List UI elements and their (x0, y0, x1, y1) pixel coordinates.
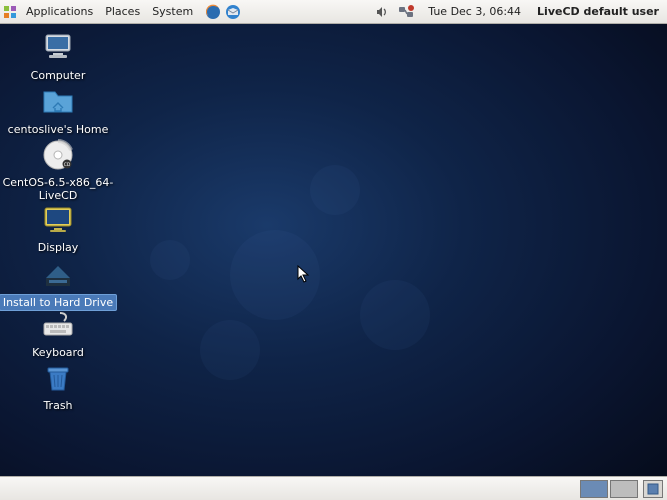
desktop-icon-livecd[interactable]: CD CentOS-6.5-x86_64-LiveCD (0, 137, 118, 203)
desktop-icon-install[interactable]: Install to Hard Drive (0, 256, 118, 311)
desktop-icon-label: centoslive's Home (5, 122, 112, 137)
volume-icon[interactable] (372, 2, 392, 22)
desktop-icon-home[interactable]: centoslive's Home (0, 84, 118, 137)
mouse-cursor-icon (297, 265, 311, 286)
desktop-icon-label: CentOS-6.5-x86_64-LiveCD (0, 175, 118, 203)
disc-icon: CD (40, 137, 76, 173)
computer-icon (40, 30, 76, 66)
distro-logo-icon (0, 4, 20, 20)
desktop-icon-label: Computer (28, 68, 89, 83)
workspace-1[interactable] (580, 480, 608, 498)
workspace-pager[interactable] (580, 480, 638, 498)
firefox-launcher-icon[interactable] (203, 2, 223, 22)
desktop-icon-trash[interactable]: Trash (0, 360, 118, 413)
thunderbird-launcher-icon[interactable] (223, 2, 243, 22)
network-icon[interactable] (396, 2, 416, 22)
desktop-icon-label: Keyboard (29, 345, 87, 360)
hard-drive-install-icon (40, 256, 76, 292)
desktop-icon-display[interactable]: Display (0, 202, 118, 255)
desktop-icon-label: Trash (40, 398, 75, 413)
show-desktop-button[interactable] (643, 480, 663, 498)
desktop[interactable]: Computer centoslive's Home CD CentOS-6.5… (0, 24, 667, 476)
user-menu[interactable]: LiveCD default user (529, 5, 667, 18)
top-panel: Applications Places System Tue Dec 3, 06… (0, 0, 667, 24)
workspace-2[interactable] (610, 480, 638, 498)
desktop-icon-keyboard[interactable]: Keyboard (0, 307, 118, 360)
desktop-icon-computer[interactable]: Computer (0, 30, 118, 83)
trash-icon (40, 360, 76, 396)
bottom-panel (0, 476, 667, 500)
menu-system[interactable]: System (146, 0, 199, 24)
keyboard-icon (40, 307, 76, 343)
menu-applications[interactable]: Applications (20, 0, 99, 24)
folder-home-icon (40, 84, 76, 120)
svg-text:CD: CD (64, 162, 71, 168)
clock[interactable]: Tue Dec 3, 06:44 (420, 5, 529, 18)
desktop-icon-label: Display (35, 240, 82, 255)
display-icon (40, 202, 76, 238)
menu-places[interactable]: Places (99, 0, 146, 24)
